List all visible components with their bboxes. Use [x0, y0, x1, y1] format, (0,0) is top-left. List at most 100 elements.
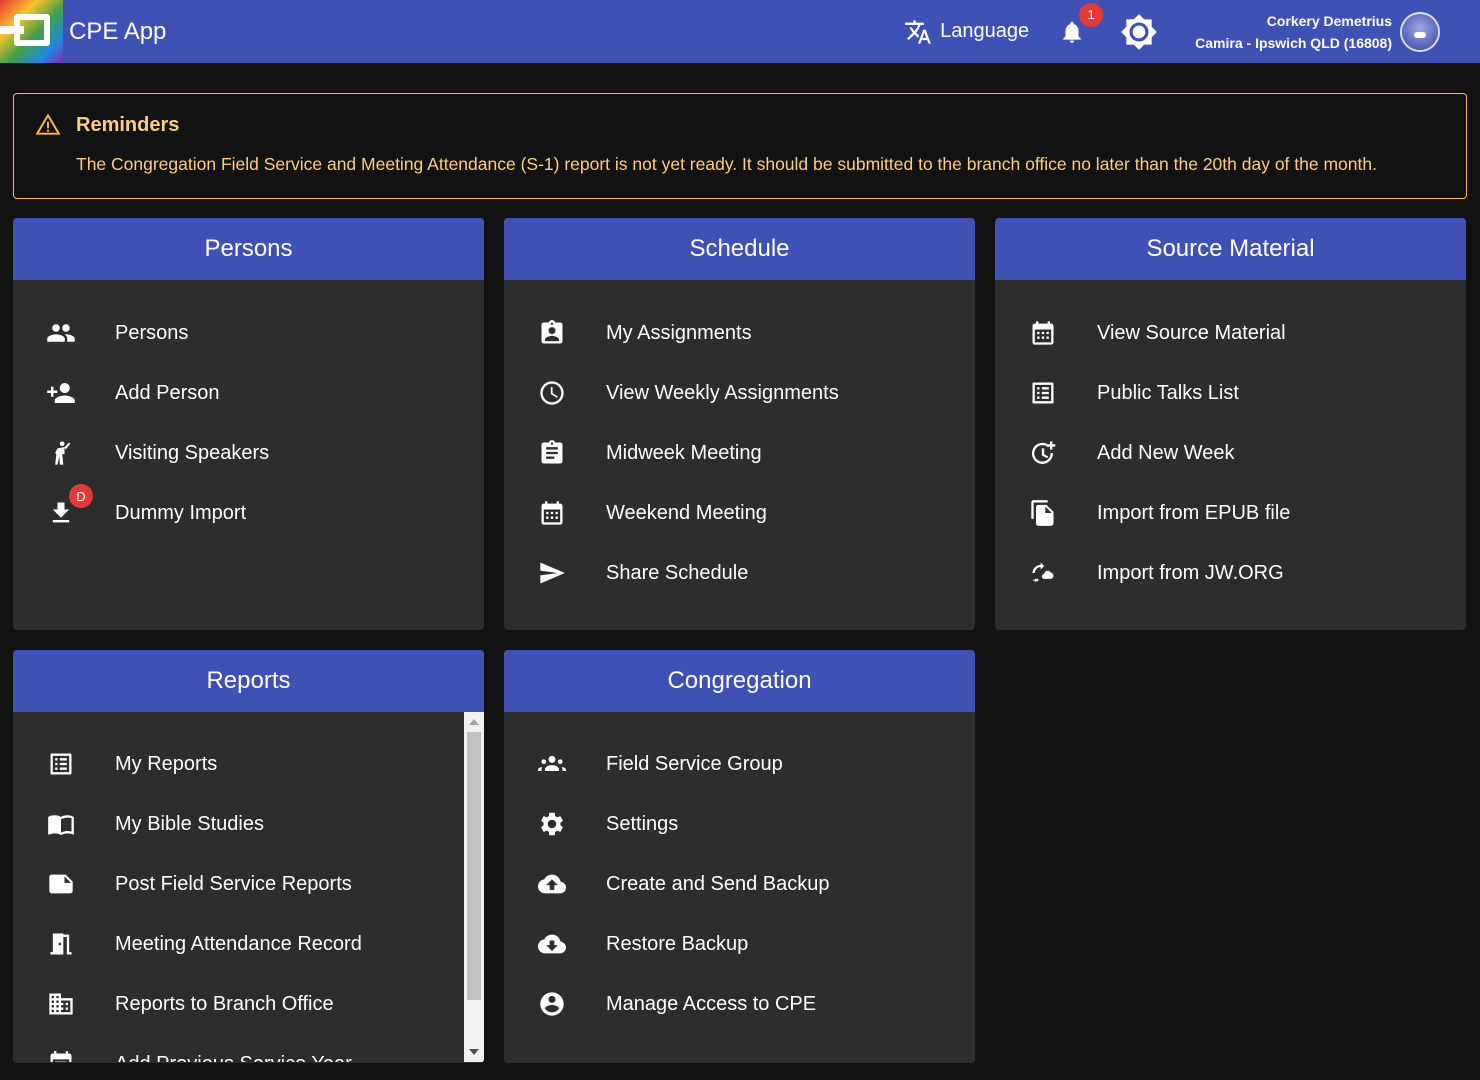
- send-icon: [536, 557, 568, 589]
- person-add-icon: [45, 377, 77, 409]
- translate-icon: [904, 18, 932, 46]
- language-label: Language: [940, 20, 1030, 42]
- add-alarm-icon: [1027, 437, 1059, 469]
- menu-item-label: My Reports: [115, 752, 218, 775]
- dummy-import-badge: D: [69, 484, 93, 508]
- menu-item-label: Add Previous Service Year: [115, 1053, 352, 1063]
- reminder-alert: Reminders The Congregation Field Service…: [13, 93, 1467, 199]
- avatar[interactable]: [1400, 11, 1440, 52]
- menu-item-public-talks-list[interactable]: Public Talks List: [995, 363, 1466, 423]
- menu-item-add-person[interactable]: Add Person: [13, 363, 484, 423]
- menu-item-create-and-send-backup[interactable]: Create and Send Backup: [504, 854, 975, 914]
- menu-item-label: View Weekly Assignments: [606, 381, 839, 404]
- schedule-card-title: Schedule: [504, 218, 975, 280]
- reports-card: Reports My Reports My Bible Studies Post…: [13, 650, 484, 1063]
- scroll-down-arrow-icon[interactable]: [469, 1049, 479, 1055]
- menu-item-add-previous-service-year[interactable]: Add Previous Service Year: [13, 1034, 484, 1062]
- menu-item-import-epub[interactable]: Import from EPUB file: [995, 483, 1466, 543]
- menu-item-weekend-meeting[interactable]: Weekend Meeting: [504, 483, 975, 543]
- menu-item-label: View Source Material: [1097, 321, 1286, 344]
- menu-item-label: Post Field Service Reports: [115, 872, 352, 895]
- list-icon: [45, 748, 77, 780]
- settings-icon: [536, 808, 568, 840]
- persons-card: Persons Persons Add Person Visiting Spea…: [13, 218, 484, 630]
- assignment-ind-icon: [536, 317, 568, 349]
- menu-item-label: My Assignments: [606, 321, 752, 344]
- menu-item-meeting-attendance-record[interactable]: Meeting Attendance Record: [13, 914, 484, 974]
- clipboard-icon: [536, 437, 568, 469]
- menu-item-label: Persons: [115, 321, 189, 344]
- menu-item-label: Field Service Group: [606, 752, 783, 775]
- menu-item-field-service-group[interactable]: Field Service Group: [504, 734, 975, 794]
- menu-item-post-field-service-reports[interactable]: Post Field Service Reports: [13, 854, 484, 914]
- menu-item-view-source-material[interactable]: View Source Material: [995, 303, 1466, 363]
- warning-icon: [34, 112, 62, 138]
- theme-toggle-button[interactable]: [1120, 13, 1158, 51]
- reports-card-title: Reports: [13, 650, 484, 712]
- persons-card-title: Persons: [13, 218, 484, 280]
- menu-item-label: Reports to Branch Office: [115, 992, 334, 1015]
- menu-item-label: Add New Week: [1097, 441, 1235, 464]
- menu-item-my-assignments[interactable]: My Assignments: [504, 303, 975, 363]
- menu-item-dummy-import[interactable]: D Dummy Import: [13, 483, 484, 543]
- user-info[interactable]: Corkery Demetrius Camira - Ipswich QLD (…: [1195, 10, 1392, 54]
- menu-item-share-schedule[interactable]: Share Schedule: [504, 543, 975, 603]
- congregation-card: Congregation Field Service Group Setting…: [504, 650, 975, 1063]
- schedule-card: Schedule My Assignments View Weekly Assi…: [504, 218, 975, 630]
- menu-item-settings[interactable]: Settings: [504, 794, 975, 854]
- source-material-card: Source Material View Source Material Pub…: [995, 218, 1466, 630]
- menu-item-label: Settings: [606, 812, 679, 835]
- menu-item-label: Weekend Meeting: [606, 501, 767, 524]
- note-icon: [45, 868, 77, 900]
- menu-item-label: Meeting Attendance Record: [115, 932, 362, 955]
- reminder-text: The Congregation Field Service and Meeti…: [76, 154, 1377, 174]
- scroll-up-arrow-icon[interactable]: [469, 719, 479, 725]
- speaker-icon: [45, 437, 77, 469]
- menu-item-label: Public Talks List: [1097, 381, 1239, 404]
- notifications-button[interactable]: 1: [1057, 2, 1104, 47]
- cloud-upload-icon: [536, 868, 568, 900]
- source-material-card-title: Source Material: [995, 218, 1466, 280]
- menu-item-visiting-speakers[interactable]: Visiting Speakers: [13, 423, 484, 483]
- menu-item-label: Midweek Meeting: [606, 441, 762, 464]
- menu-item-import-jw-org[interactable]: Import from JW.ORG: [995, 543, 1466, 603]
- groups-icon: [536, 748, 568, 780]
- menu-item-view-weekly-assignments[interactable]: View Weekly Assignments: [504, 363, 975, 423]
- account-circle-icon: [536, 988, 568, 1020]
- menu-item-label: Dummy Import: [115, 501, 247, 524]
- congregation-card-title: Congregation: [504, 650, 975, 712]
- menu-item-reports-to-branch-office[interactable]: Reports to Branch Office: [13, 974, 484, 1034]
- people-icon: [45, 317, 77, 349]
- brightness-icon: [1120, 13, 1158, 51]
- cloud-sync-icon: [1027, 557, 1059, 589]
- menu-item-my-reports[interactable]: My Reports: [13, 734, 484, 794]
- cloud-download-icon: [536, 928, 568, 960]
- app-logo[interactable]: [0, 0, 63, 63]
- download-icon: D: [45, 484, 93, 529]
- door-icon: [45, 928, 77, 960]
- menu-item-label: Share Schedule: [606, 561, 749, 584]
- menu-item-label: Import from JW.ORG: [1097, 561, 1284, 584]
- notification-badge: 1: [1079, 2, 1104, 27]
- menu-item-label: My Bible Studies: [115, 812, 264, 835]
- menu-item-label: Manage Access to CPE: [606, 992, 817, 1015]
- add-calendar-icon: [45, 1048, 77, 1062]
- list-icon: [1027, 377, 1059, 409]
- menu-item-midweek-meeting[interactable]: Midweek Meeting: [504, 423, 975, 483]
- reminder-title: Reminders: [76, 114, 180, 136]
- menu-item-label: Add Person: [115, 381, 220, 404]
- scrollbar-thumb[interactable]: [467, 732, 481, 1000]
- menu-item-manage-access[interactable]: Manage Access to CPE: [504, 974, 975, 1034]
- reports-scrollbar[interactable]: [464, 712, 484, 1062]
- menu-item-label: Create and Send Backup: [606, 872, 830, 895]
- menu-item-label: Restore Backup: [606, 932, 749, 955]
- calendar-icon: [1027, 317, 1059, 349]
- language-button[interactable]: Language: [904, 18, 1029, 46]
- clock-icon: [536, 377, 568, 409]
- reports-scroll-area[interactable]: My Reports My Bible Studies Post Field S…: [13, 712, 484, 1062]
- app-bar: CPE App Language 1 Corkery Demetrius Cam…: [0, 0, 1480, 63]
- menu-item-persons[interactable]: Persons: [13, 303, 484, 363]
- menu-item-my-bible-studies[interactable]: My Bible Studies: [13, 794, 484, 854]
- menu-item-add-new-week[interactable]: Add New Week: [995, 423, 1466, 483]
- menu-item-restore-backup[interactable]: Restore Backup: [504, 914, 975, 974]
